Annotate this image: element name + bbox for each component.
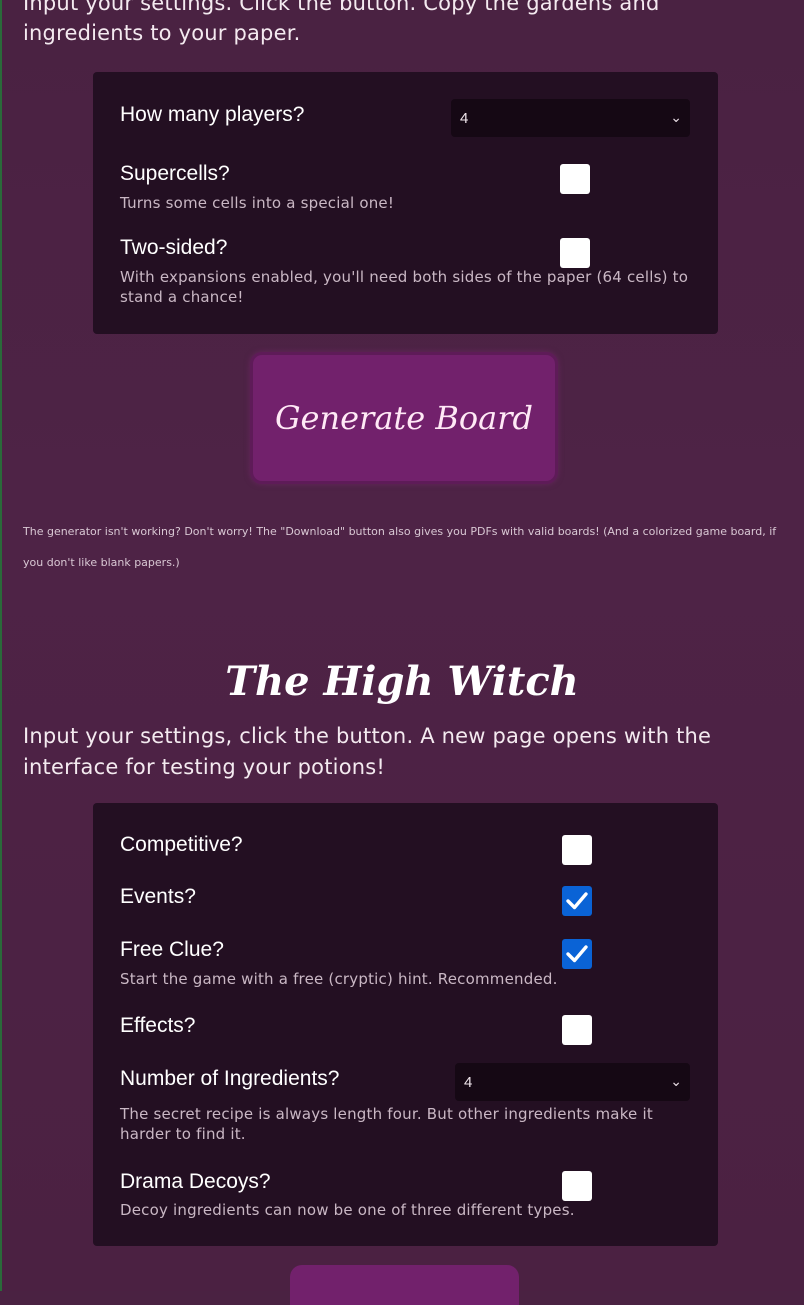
competitive-checkbox[interactable] xyxy=(562,835,592,865)
supercells-checkbox[interactable] xyxy=(560,164,590,194)
events-row: Events? xyxy=(120,885,694,921)
free-clue-label: Free Clue? xyxy=(120,938,224,961)
players-row: How many players? 4 ⌄ xyxy=(120,99,694,139)
page-edge xyxy=(0,0,2,1291)
free-clue-desc: Start the game with a free (cryptic) hin… xyxy=(120,970,558,988)
ingredients-row: Number of Ingredients? 4 ⌄ The secret re… xyxy=(120,1063,694,1153)
players-label: How many players? xyxy=(120,103,305,126)
ingredients-label: Number of Ingredients? xyxy=(120,1067,340,1090)
effects-checkbox[interactable] xyxy=(562,1015,592,1045)
gardens-intro: Input your settings. Click the button. C… xyxy=(23,0,660,45)
competitive-row: Competitive? xyxy=(120,833,694,869)
gardens-settings-panel: How many players? 4 ⌄ Supercells? Turns … xyxy=(93,72,718,334)
high-witch-title: The High Witch xyxy=(225,658,579,705)
ingredients-desc: The secret recipe is always length four.… xyxy=(120,1105,653,1143)
supercells-desc: Turns some cells into a special one! xyxy=(120,194,395,212)
supercells-label: Supercells? xyxy=(120,162,230,185)
players-select-value: 4 xyxy=(460,110,469,127)
supercells-row: Supercells? Turns some cells into a spec… xyxy=(120,162,694,222)
two-sided-desc: With expansions enabled, you'll need bot… xyxy=(120,268,689,306)
high-witch-intro: Input your settings, click the button. A… xyxy=(23,724,712,779)
generator-note: The generator isn't working? Don't worry… xyxy=(23,525,777,569)
drama-decoys-checkbox[interactable] xyxy=(562,1171,592,1201)
chevron-down-icon: ⌄ xyxy=(670,109,682,125)
two-sided-label: Two-sided? xyxy=(120,236,228,259)
two-sided-checkbox[interactable] xyxy=(560,238,590,268)
two-sided-row: Two-sided? With expansions enabled, you'… xyxy=(120,236,694,316)
effects-row: Effects? xyxy=(120,1014,694,1050)
start-game-button[interactable] xyxy=(290,1265,519,1305)
drama-decoys-label: Drama Decoys? xyxy=(120,1170,271,1193)
checkmark-icon xyxy=(566,892,588,910)
effects-label: Effects? xyxy=(120,1014,196,1037)
drama-decoys-row: Drama Decoys? Decoy ingredients can now … xyxy=(120,1170,694,1230)
free-clue-checkbox[interactable] xyxy=(562,939,592,969)
events-label: Events? xyxy=(120,885,196,908)
chevron-down-icon: ⌄ xyxy=(670,1073,682,1089)
free-clue-row: Free Clue? Start the game with a free (c… xyxy=(120,938,694,998)
competitive-label: Competitive? xyxy=(120,833,243,856)
checkmark-icon xyxy=(566,945,588,963)
ingredients-select-value: 4 xyxy=(464,1074,473,1091)
ingredients-select[interactable]: 4 ⌄ xyxy=(455,1063,690,1101)
events-checkbox[interactable] xyxy=(562,886,592,916)
high-witch-settings-panel: Competitive? Events? Free Clue? Start th… xyxy=(93,803,718,1246)
generate-board-button[interactable]: Generate Board xyxy=(250,352,558,484)
drama-decoys-desc: Decoy ingredients can now be one of thre… xyxy=(120,1201,575,1219)
players-select[interactable]: 4 ⌄ xyxy=(451,99,690,137)
